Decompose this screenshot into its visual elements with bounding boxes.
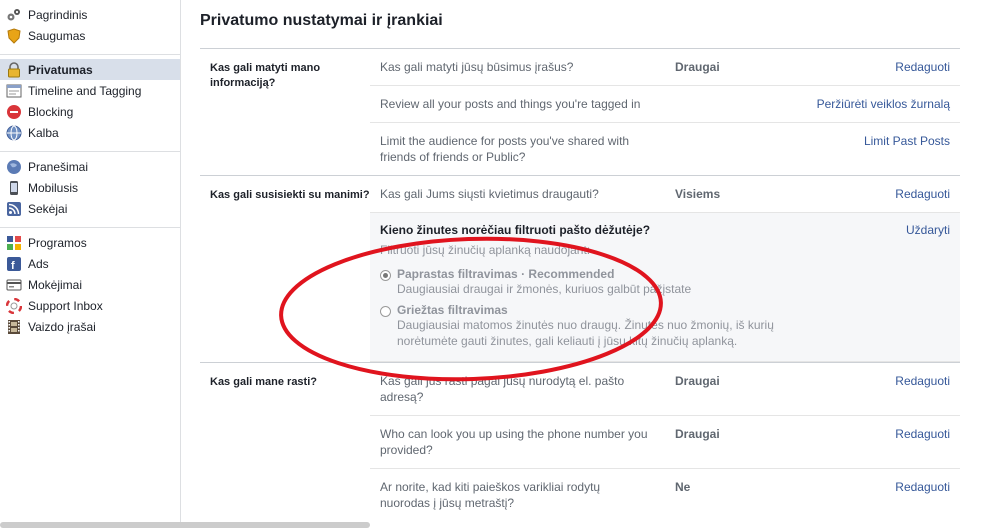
setting-value: Ne — [675, 480, 691, 494]
section-label: Kas gali susisiekti su manimi? — [210, 189, 370, 201]
section-who-can-find: Kas gali mane rasti? Kas gali jus rasti … — [200, 363, 960, 521]
option-description: Daugiausiai draugai ir žmonės, kuriuos g… — [397, 282, 692, 296]
edit-link[interactable]: Redaguoti — [795, 479, 960, 511]
edit-link[interactable]: Redaguoti — [795, 186, 960, 202]
sidebar-item-notifications[interactable]: Pranešimai — [0, 156, 180, 177]
section-body: Kas gali jus rasti pagal jūsų nurodytą e… — [370, 363, 960, 521]
sidebar-group-notifications: Pranešimai Mobilusis Sekėjai — [0, 152, 180, 228]
section-who-can-contact: Kas gali susisiekti su manimi? Kas gali … — [200, 176, 960, 363]
setting-question: Ar norite, kad kiti paieškos varikliai r… — [380, 480, 601, 510]
section-who-can-see: Kas gali matyti mano informaciją? Kas ga… — [200, 49, 960, 176]
setting-row[interactable]: Ar norite, kad kiti paieškos varikliai r… — [370, 469, 960, 521]
page-title: Privatumo nustatymai ir įrankiai — [200, 12, 960, 49]
limit-past-posts-link[interactable]: Limit Past Posts — [795, 133, 960, 165]
setting-row[interactable]: Limit the audience for posts you've shar… — [370, 123, 960, 175]
mobile-icon — [6, 180, 22, 196]
sidebar-item-security[interactable]: Saugumas — [0, 25, 180, 46]
shield-icon — [6, 27, 22, 44]
sidebar-item-mobile[interactable]: Mobilusis — [0, 177, 180, 198]
strict-filtering-radio[interactable] — [380, 306, 391, 317]
edit-link[interactable]: Redaguoti — [795, 373, 960, 405]
timeline-icon — [6, 83, 22, 99]
section-label: Kas gali mane rasti? — [210, 376, 317, 388]
sidebar-item-label: Vaizdo įrašai — [28, 319, 96, 334]
sidebar-item-label: Timeline and Tagging — [28, 83, 142, 98]
rss-icon — [6, 201, 22, 217]
sidebar-item-blocking[interactable]: Blocking — [0, 101, 180, 122]
section-body: Kas gali Jums siųsti kvietimus draugauti… — [370, 176, 960, 362]
sidebar-item-label: Pagrindinis — [28, 7, 88, 22]
setting-value: Draugai — [675, 374, 720, 388]
lock-icon — [6, 61, 22, 78]
strict-filtering-option[interactable]: Griežtas filtravimas Daugiausiai matomos… — [380, 303, 950, 349]
sidebar-item-ads[interactable]: f Ads — [0, 253, 180, 274]
sidebar-item-label: Blocking — [28, 104, 74, 119]
svg-text:f: f — [11, 260, 15, 272]
option-title: Paprastas filtravimas · Recommended — [397, 267, 615, 281]
globe-icon — [6, 125, 22, 141]
sidebar-item-apps[interactable]: Programos — [0, 232, 180, 253]
close-link[interactable]: Uždaryti — [906, 223, 950, 237]
horizontal-scrollbar[interactable] — [0, 522, 370, 528]
sidebar-item-timeline[interactable]: Timeline and Tagging — [0, 80, 180, 101]
edit-link[interactable]: Redaguoti — [795, 426, 960, 458]
setting-question: Kas gali jus rasti pagal jūsų nurodytą e… — [380, 374, 625, 404]
setting-value: Visiems — [675, 187, 721, 201]
sidebar-item-privacy[interactable]: Privatumas — [0, 59, 180, 80]
setting-value: Draugai — [675, 60, 720, 74]
lifebuoy-icon — [6, 297, 22, 314]
sidebar-group-general: Pagrindinis Saugumas — [0, 0, 180, 55]
setting-row[interactable]: Kas gali matyti jūsų būsimus įrašus? Dra… — [370, 49, 960, 86]
setting-question: Kas gali Jums siųsti kvietimus draugauti… — [380, 187, 599, 201]
basic-filtering-radio[interactable] — [380, 270, 391, 281]
sidebar-item-support-inbox[interactable]: Support Inbox — [0, 295, 180, 316]
message-filtering-panel: Kieno žinutes norėčiau filtruoti pašto d… — [370, 213, 960, 362]
setting-question: Kas gali matyti jūsų būsimus įrašus? — [380, 60, 574, 74]
setting-question: Who can look you up using the phone numb… — [380, 427, 648, 457]
sidebar-item-label: Pranešimai — [28, 159, 89, 174]
section-body: Kas gali matyti jūsų būsimus įrašus? Dra… — [370, 49, 960, 175]
option-description: Daugiausiai matomos žinutės nuo draugų. … — [397, 318, 774, 348]
setting-question: Limit the audience for posts you've shar… — [380, 134, 630, 164]
setting-value: Draugai — [675, 427, 720, 441]
payments-icon — [6, 277, 22, 293]
filter-heading: Kieno žinutes norėčiau filtruoti pašto d… — [380, 223, 651, 237]
sidebar-item-label: Mokėjimai — [28, 277, 83, 292]
sidebar-item-label: Saugumas — [28, 28, 86, 43]
sidebar-item-videos[interactable]: Vaizdo įrašai — [0, 316, 180, 337]
filter-intro: Filtruoti jūsų žinučių aplanką naudojant… — [380, 243, 591, 257]
setting-question: Review all your posts and things you're … — [380, 97, 641, 111]
setting-row[interactable]: Review all your posts and things you're … — [370, 86, 960, 123]
globe-notifications-icon — [6, 159, 22, 175]
sidebar-item-general[interactable]: Pagrindinis — [0, 4, 180, 25]
blocking-icon — [6, 104, 22, 120]
sidebar-item-label: Sekėjai — [28, 201, 68, 216]
edit-link[interactable]: Redaguoti — [795, 59, 960, 75]
section-label: Kas gali matyti mano informaciją? — [210, 62, 321, 89]
sidebar-item-payments[interactable]: Mokėjimai — [0, 274, 180, 295]
setting-row[interactable]: Kas gali jus rasti pagal jūsų nurodytą e… — [370, 363, 960, 416]
sidebar-item-label: Programos — [28, 235, 87, 250]
gears-icon — [6, 7, 22, 23]
setting-row[interactable]: Kas gali Jums siųsti kvietimus draugauti… — [370, 176, 960, 213]
sidebar-group-privacy: Privatumas Timeline and Tagging Blocking… — [0, 55, 180, 152]
sidebar-item-language[interactable]: Kalba — [0, 122, 180, 143]
settings-sidebar: Pagrindinis Saugumas Privatumas Timeline… — [0, 0, 370, 528]
film-icon — [6, 319, 22, 335]
sidebar-item-label: Support Inbox — [28, 298, 103, 313]
privacy-settings-panel: Privatumo nustatymai ir įrankiai Kas gal… — [200, 0, 960, 521]
sidebar-item-followers[interactable]: Sekėjai — [0, 198, 180, 219]
setting-value — [645, 133, 795, 165]
activity-log-link[interactable]: Peržiūrėti veiklos žurnalą — [795, 96, 960, 112]
setting-row[interactable]: Who can look you up using the phone numb… — [370, 416, 960, 469]
basic-filtering-option[interactable]: Paprastas filtravimas · Recommended Daug… — [380, 267, 950, 297]
sidebar-item-label: Privatumas — [28, 62, 93, 77]
sidebar-item-label: Mobilusis — [28, 180, 79, 195]
option-title: Griežtas filtravimas — [397, 303, 508, 317]
sidebar-item-label: Ads — [28, 256, 49, 271]
sidebar-item-label: Kalba — [28, 125, 59, 140]
sidebar-group-apps: Programos f Ads Mokėjimai Support Inbox … — [0, 228, 180, 341]
ads-icon: f — [6, 256, 22, 272]
apps-icon — [6, 235, 22, 251]
